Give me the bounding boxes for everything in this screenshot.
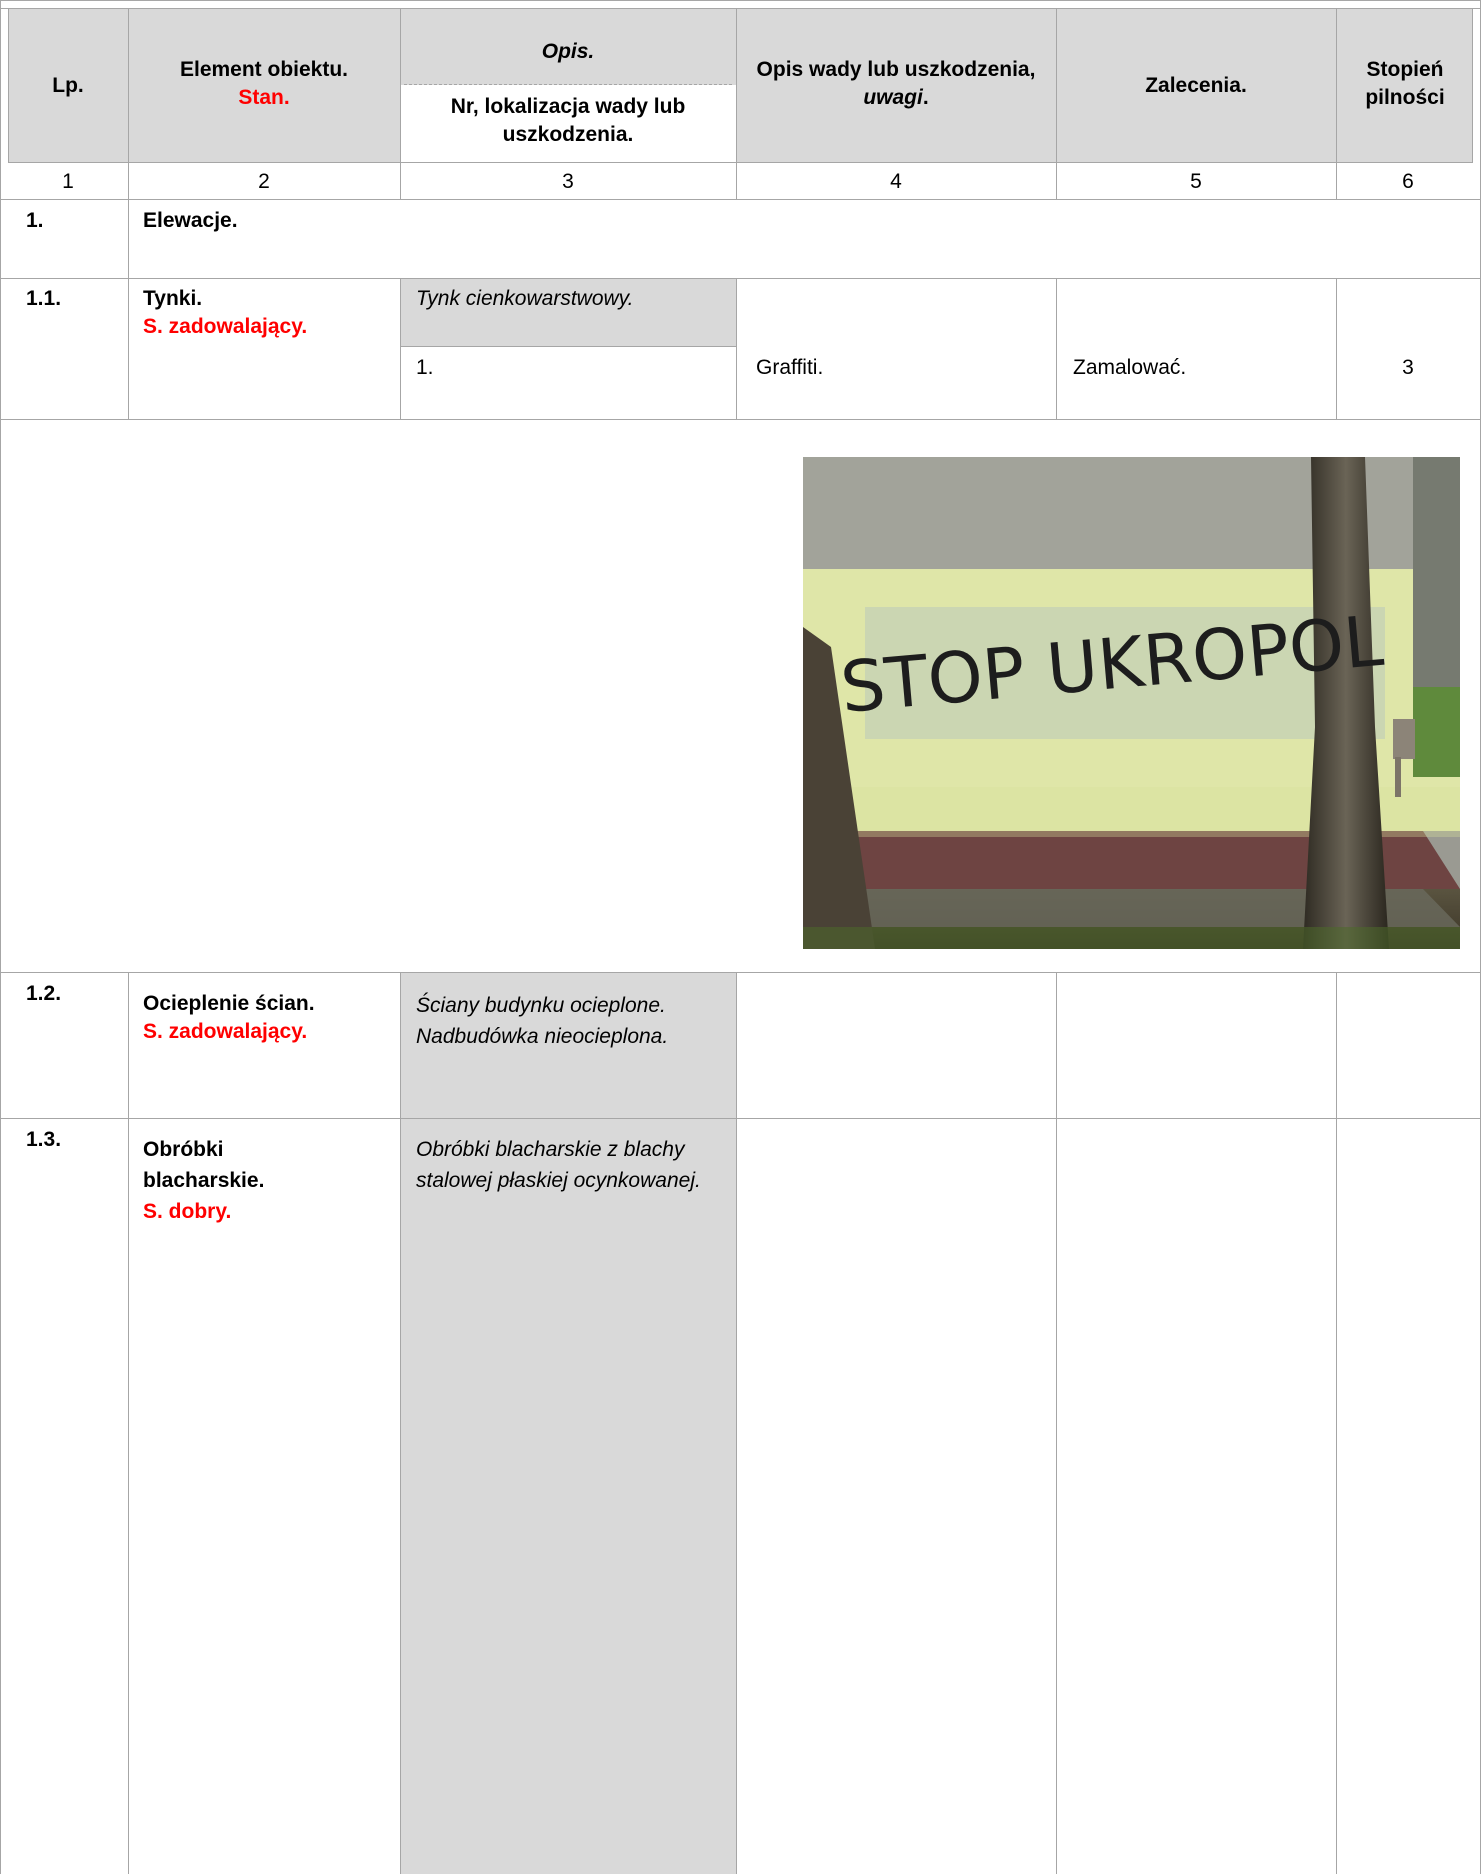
row-element: Ocieplenie ścian. S. zadowalający.	[143, 990, 393, 1046]
header-wada-text: Opis wady lub uszkodzenia,	[756, 58, 1036, 81]
row-element-state: S. zadowalający.	[143, 1020, 308, 1043]
header-wada-italic: uwagi	[863, 86, 923, 109]
row-number: 1.3.	[26, 1128, 62, 1151]
row-number: 1.2.	[26, 982, 62, 1005]
header-zalecenia: Zalecenia.	[1145, 74, 1247, 97]
header-element-label: Element obiektu.	[179, 58, 349, 81]
row-element-name: Obróbki blacharskie.	[143, 1138, 265, 1192]
section-number: 1.	[26, 209, 44, 232]
row-element: Obróbki blacharskie. S. dobry.	[143, 1134, 323, 1227]
row-element-state: S. zadowalający.	[143, 315, 308, 338]
header-lp: Lp.	[52, 74, 84, 97]
col-number: 3	[562, 170, 574, 193]
col-number: 1	[62, 170, 74, 193]
header-opis: Opis.	[541, 40, 595, 63]
col-number: 5	[1190, 170, 1202, 193]
row-element: Tynki. S. zadowalający.	[143, 285, 393, 341]
row-recommendation: Zamalować.	[1073, 356, 1187, 379]
row-defect: Graffiti.	[756, 356, 824, 379]
col-number: 6	[1402, 170, 1414, 193]
col-number: 4	[890, 170, 902, 193]
header-nr: Nr, lokalizacja wady lub uszkodzenia.	[450, 95, 686, 146]
row-description: Obróbki blacharskie z blachy stalowej pł…	[416, 1138, 701, 1192]
header-wada-end: .	[922, 86, 929, 109]
header-stopien: Stopień pilności	[1365, 58, 1445, 109]
row-1-3-desc-bg	[400, 1118, 736, 1874]
graffiti-photo: STOP UKROPOL	[803, 457, 1460, 949]
row-element-name: Ocieplenie ścian.	[143, 992, 315, 1015]
row-description: Tynk cienkowarstwowy.	[416, 287, 634, 310]
row-number: 1.1.	[26, 287, 62, 310]
row-element-name: Tynki.	[143, 287, 203, 310]
row-element-state: S. dobry.	[143, 1200, 232, 1223]
header-stan-label: Stan.	[238, 86, 290, 109]
row-sub-number: 1.	[416, 356, 434, 379]
row-description: Ściany budynku ocieplone. Nadbudówka nie…	[416, 994, 669, 1048]
header-element: Element obiektu. Stan.	[130, 56, 398, 112]
section-title: Elewacje.	[143, 209, 238, 232]
header-wada: Opis wady lub uszkodzenia, uwagi.	[746, 56, 1046, 112]
row-priority: 3	[1402, 356, 1414, 379]
col-number: 2	[258, 170, 270, 193]
